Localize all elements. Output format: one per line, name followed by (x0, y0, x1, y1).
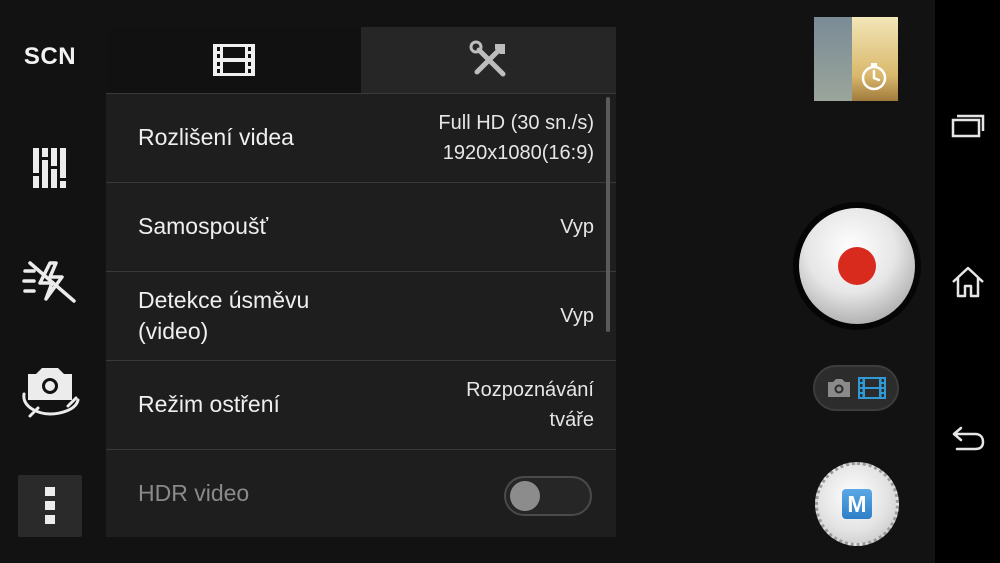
setting-smile-detection[interactable]: Detekce úsměvu (video) Vyp (106, 272, 616, 361)
back-icon (952, 426, 985, 451)
setting-video-resolution[interactable]: Rozlišení videa Full HD (30 sn./s) 1920x… (106, 94, 616, 183)
home-icon (952, 266, 984, 298)
record-button[interactable] (793, 202, 921, 330)
toggle-knob (510, 481, 540, 511)
record-icon (838, 247, 876, 285)
tab-general-settings[interactable] (361, 27, 616, 93)
setting-value: Rozpoznávání tváře (466, 379, 594, 431)
scene-label: SCN (23, 43, 77, 70)
setting-value: Full HD (30 sn./s) 1920x1080(16:9) (438, 112, 594, 164)
settings-list: Rozlišení videa Full HD (30 sn./s) 1920x… (106, 94, 616, 538)
setting-label: Detekce úsměvu (video) (138, 286, 310, 344)
setting-value: Vyp (560, 305, 594, 327)
setting-label: Samospoušť (138, 213, 269, 240)
settings-panel: Rozlišení videa Full HD (30 sn./s) 1920x… (106, 27, 616, 537)
last-capture-thumbnail[interactable] (814, 17, 898, 101)
settings-tabs (106, 27, 616, 93)
scene-button[interactable]: SCN (18, 25, 82, 89)
setting-focus-mode[interactable]: Režim ostření Rozpoznávání tváře (106, 361, 616, 450)
film-strip-icon (212, 44, 255, 76)
setting-label: Režim ostření (138, 391, 280, 418)
setting-label: Rozlišení videa (138, 124, 294, 151)
setting-self-timer[interactable]: Samospoušť Vyp (106, 183, 616, 272)
camera-icon (828, 379, 850, 397)
manual-mode-label: M (842, 489, 872, 519)
setting-label: HDR video (138, 480, 250, 507)
camera-app: SCN Rozlišení videa Full HD (30 sn./s) 1… (0, 0, 1000, 563)
camera-video-mode-switch[interactable] (813, 365, 899, 411)
back-button[interactable] (947, 417, 989, 459)
camera-switch-icon (22, 368, 80, 418)
thumbnail-image-wall (814, 17, 852, 101)
switch-camera-button[interactable] (18, 360, 82, 424)
setting-value: Vyp (560, 216, 594, 238)
tools-icon (469, 40, 505, 77)
home-button[interactable] (947, 261, 989, 303)
video-icon (858, 377, 886, 399)
setting-hdr-video[interactable]: HDR video (106, 450, 616, 538)
recent-apps-button[interactable] (947, 104, 989, 146)
more-vertical-icon (45, 487, 55, 524)
tab-video-settings[interactable] (106, 27, 361, 93)
hdr-toggle[interactable] (504, 476, 592, 516)
recent-apps-icon (951, 114, 985, 138)
flash-off-icon (22, 261, 76, 303)
more-options-button[interactable] (18, 475, 82, 537)
manual-mode-button[interactable]: M (815, 462, 899, 546)
self-timer-icon (861, 63, 887, 91)
adjustments-button[interactable] (18, 136, 82, 200)
left-toolbar: SCN (0, 0, 100, 563)
system-nav-bar (935, 0, 1000, 563)
flash-button[interactable] (18, 249, 82, 313)
sliders-icon (33, 148, 66, 188)
settings-scrollbar[interactable] (606, 97, 610, 332)
record-button-face (799, 208, 915, 324)
